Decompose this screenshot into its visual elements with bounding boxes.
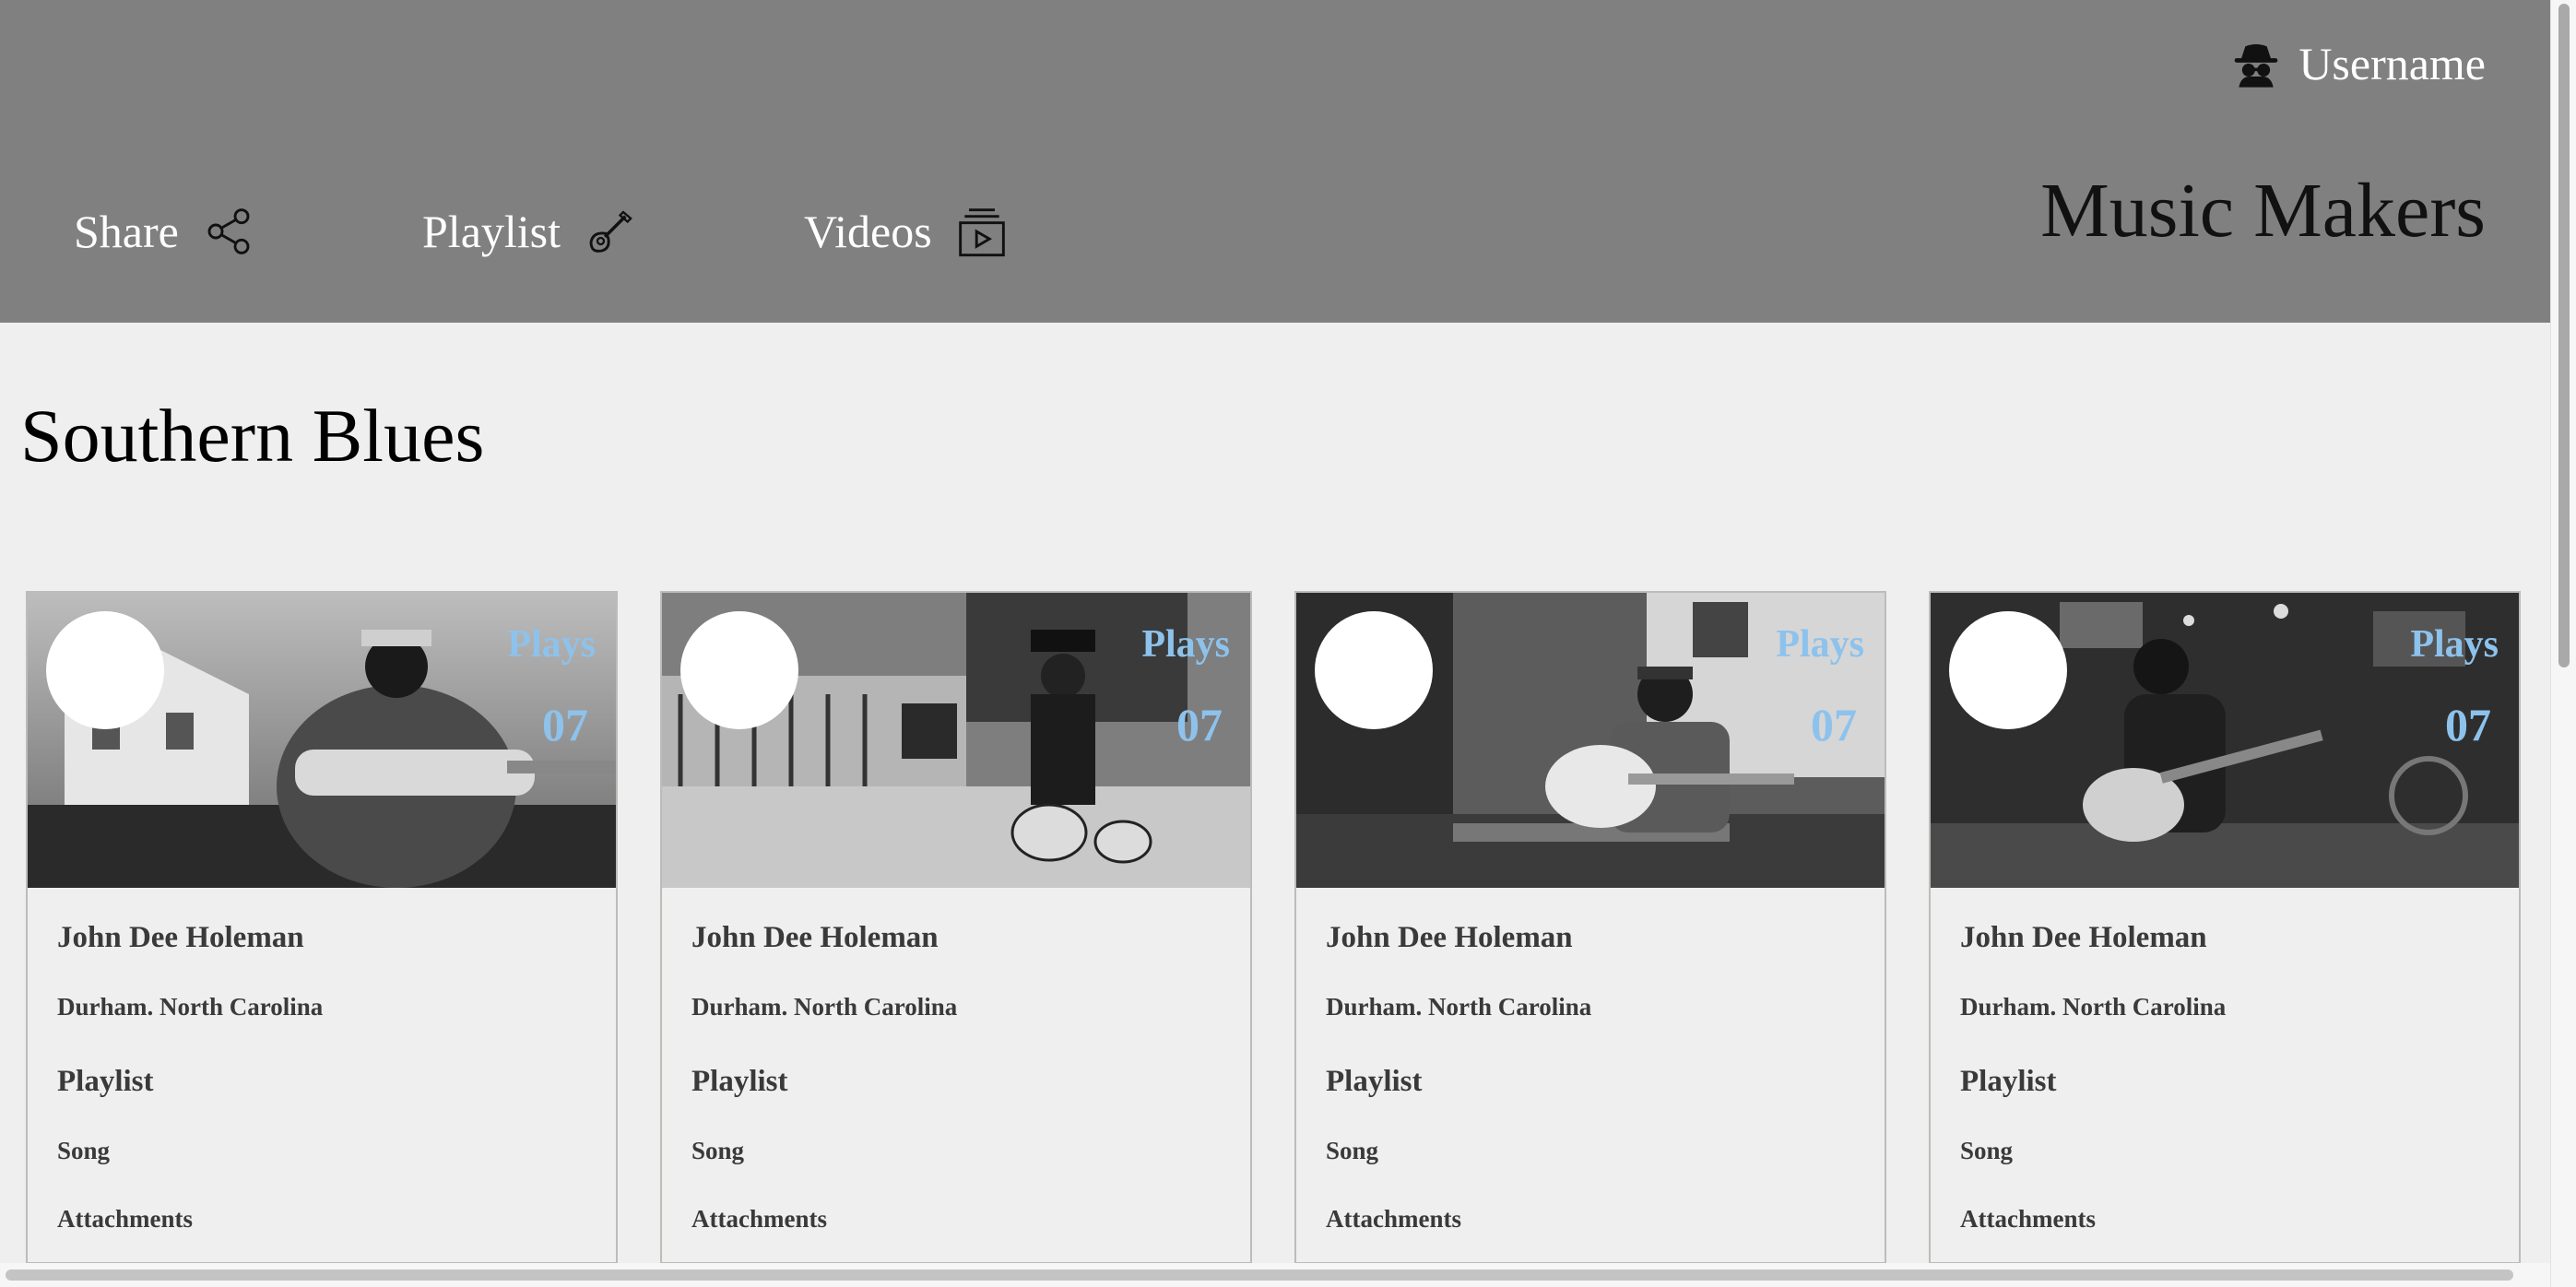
plays-count: 07 (1176, 699, 1223, 750)
plays-label: Plays (2410, 623, 2499, 666)
attachments-link[interactable]: Attachments (57, 1205, 586, 1234)
incognito-user-icon (2234, 44, 2278, 88)
artist-location: Durham. North Carolina (57, 993, 324, 1021)
artist-card[interactable]: Plays 07 John Dee Holeman Durham. North … (1294, 591, 1886, 1264)
nav-playlist[interactable]: Playlist (422, 205, 636, 258)
plays-count: 07 (1811, 699, 1857, 750)
artist-avatar[interactable] (46, 611, 164, 729)
plays-label: Plays (507, 623, 596, 666)
playlist-link[interactable]: Playlist (57, 1065, 586, 1137)
artist-photo: Plays 07 (28, 593, 616, 888)
share-icon (207, 208, 250, 254)
song-link[interactable]: Song (1326, 1137, 1855, 1205)
vertical-scrollbar[interactable] (2550, 0, 2576, 1287)
artist-avatar[interactable] (1949, 611, 2067, 729)
username-label: Username (2298, 38, 2486, 89)
app-title: Music Makers (2040, 168, 2486, 254)
vertical-scrollbar-thumb[interactable] (2558, 4, 2570, 667)
nav-videos-label: Videos (804, 206, 932, 257)
artist-name[interactable]: John Dee Holeman (1960, 921, 2489, 993)
song-link[interactable]: Song (57, 1137, 586, 1205)
artist-card[interactable]: Plays 07 John Dee Holeman Durham. North … (1929, 591, 2521, 1264)
artist-location: Durham. North Carolina (1960, 993, 2227, 1021)
playlist-link[interactable]: Playlist (1960, 1065, 2489, 1137)
artist-photo: Plays 07 (662, 593, 1250, 888)
user-menu[interactable]: Username (2230, 37, 2486, 90)
artist-avatar[interactable] (680, 611, 798, 729)
plays-count: 07 (2445, 699, 2491, 750)
attachments-link[interactable]: Attachments (1960, 1205, 2489, 1234)
playlist-link[interactable]: Playlist (691, 1065, 1221, 1137)
top-header: Username Music Makers Share Playlist Vid… (0, 0, 2550, 323)
guitar-icon (589, 210, 632, 253)
page-title: Southern Blues (20, 394, 485, 478)
artist-photo: Plays 07 (1296, 593, 1885, 888)
nav-playlist-label: Playlist (422, 206, 561, 257)
artist-name[interactable]: John Dee Holeman (57, 921, 586, 993)
horizontal-scrollbar[interactable] (0, 1263, 2550, 1287)
nav-share-label: Share (74, 206, 179, 257)
plays-count: 07 (542, 699, 588, 750)
artist-card[interactable]: Plays 07 John Dee Holeman Durham. North … (660, 591, 1252, 1264)
artist-location: Durham. North Carolina (1326, 993, 1592, 1021)
artist-name[interactable]: John Dee Holeman (1326, 921, 1855, 993)
plays-label: Plays (1141, 623, 1230, 666)
attachments-link[interactable]: Attachments (691, 1205, 1221, 1234)
plays-label: Plays (1776, 623, 1864, 666)
artist-location: Durham. North Carolina (691, 993, 958, 1021)
playlist-link[interactable]: Playlist (1326, 1065, 1855, 1137)
song-link[interactable]: Song (1960, 1137, 2489, 1205)
artist-photo: Plays 07 (1931, 593, 2519, 888)
nav-videos[interactable]: Videos (804, 205, 1008, 258)
attachments-link[interactable]: Attachments (1326, 1205, 1855, 1234)
song-link[interactable]: Song (691, 1137, 1221, 1205)
video-library-icon (958, 208, 1005, 257)
horizontal-scrollbar-thumb[interactable] (6, 1269, 2513, 1281)
nav-share[interactable]: Share (74, 205, 254, 258)
artist-name[interactable]: John Dee Holeman (691, 921, 1221, 993)
artist-avatar[interactable] (1315, 611, 1433, 729)
artist-card[interactable]: Plays 07 John Dee Holeman Durham. North … (26, 591, 618, 1264)
